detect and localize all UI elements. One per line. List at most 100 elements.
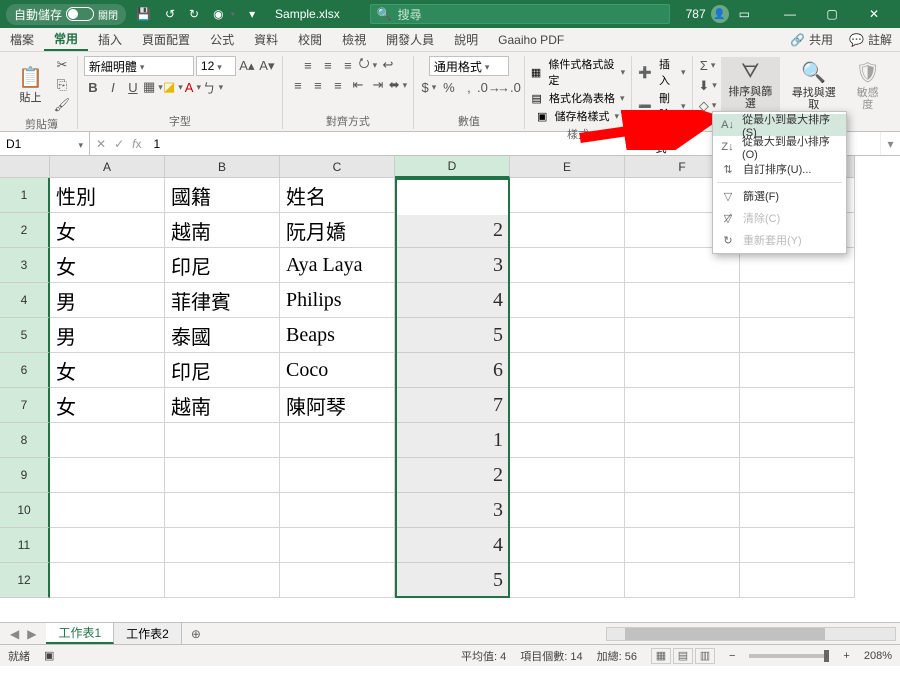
cell[interactable] <box>740 528 855 563</box>
tab-formulas[interactable]: 公式 <box>200 28 244 51</box>
italic-icon[interactable]: I <box>104 78 122 96</box>
cell[interactable] <box>50 528 165 563</box>
fx-enter-icon[interactable]: ✓ <box>114 137 124 151</box>
cell[interactable] <box>510 283 625 318</box>
sort-desc-item[interactable]: Z↓ 從最大到最小排序(O) <box>713 136 846 158</box>
cell[interactable] <box>510 458 625 493</box>
fx-cancel-icon[interactable]: ✕ <box>96 137 106 151</box>
cell[interactable]: 印尼 <box>165 353 280 388</box>
align-top-icon[interactable]: ≡ <box>299 56 317 74</box>
grow-font-icon[interactable]: A▴ <box>238 57 256 75</box>
tab-view[interactable]: 檢視 <box>332 28 376 51</box>
cell[interactable]: 菲律賓 <box>165 283 280 318</box>
row-head[interactable]: 3 <box>0 248 50 283</box>
merge-icon[interactable]: ⬌ <box>389 76 407 94</box>
cell[interactable] <box>165 528 280 563</box>
percent-icon[interactable]: % <box>440 78 458 96</box>
name-box-dropdown-icon[interactable] <box>75 137 83 151</box>
border-icon[interactable]: ▦ <box>144 78 162 96</box>
select-all-corner[interactable] <box>0 156 50 178</box>
cell-styles-button[interactable]: ▣ 儲存格樣式 <box>537 108 619 124</box>
cell[interactable]: 7 <box>395 388 510 423</box>
cell[interactable] <box>50 458 165 493</box>
cell[interactable]: 1 <box>395 178 510 213</box>
cell[interactable] <box>165 563 280 598</box>
view-pagebreak-icon[interactable]: ▥ <box>695 648 715 664</box>
row-head[interactable]: 7 <box>0 388 50 423</box>
custom-sort-item[interactable]: ⇅ 自訂排序(U)... <box>713 158 846 180</box>
row-head[interactable]: 11 <box>0 528 50 563</box>
col-head-c[interactable]: C <box>280 156 395 178</box>
cell[interactable] <box>625 423 740 458</box>
col-head-d[interactable]: D <box>395 156 510 178</box>
col-head-a[interactable]: A <box>50 156 165 178</box>
view-pagelayout-icon[interactable]: ▤ <box>673 648 693 664</box>
zoom-out-icon[interactable]: − <box>729 650 735 662</box>
cell[interactable] <box>625 493 740 528</box>
sort-filter-button[interactable]: ᗊ 排序與篩選 <box>721 57 780 114</box>
cell[interactable]: 3 <box>395 248 510 283</box>
find-select-button[interactable]: 🔍 尋找與選取 <box>784 56 843 115</box>
name-box[interactable]: D1 <box>0 132 90 155</box>
sensitivity-button[interactable]: 🛡 敏感度 <box>848 56 888 115</box>
tab-review[interactable]: 校閱 <box>288 28 332 51</box>
cell[interactable]: Beaps <box>280 318 395 353</box>
autosum-icon[interactable]: Σ <box>699 57 717 75</box>
font-color-icon[interactable]: A <box>184 78 202 96</box>
close-button[interactable]: ✕ <box>854 0 894 28</box>
cell[interactable] <box>510 178 625 213</box>
number-format-combo[interactable]: 通用格式 <box>429 56 509 76</box>
cut-icon[interactable]: ✂ <box>53 56 71 74</box>
undo-icon[interactable]: ↺ <box>161 5 179 23</box>
cell[interactable] <box>510 528 625 563</box>
tab-file[interactable]: 檔案 <box>0 28 44 51</box>
zoom-in-icon[interactable]: + <box>843 650 849 662</box>
cell[interactable] <box>280 458 395 493</box>
cell[interactable]: 女 <box>50 248 165 283</box>
cell[interactable]: 6 <box>395 353 510 388</box>
cell[interactable]: 4 <box>395 283 510 318</box>
cell[interactable]: 印尼 <box>165 248 280 283</box>
cell[interactable]: Aya Laya <box>280 248 395 283</box>
cell[interactable]: 姓名 <box>280 178 395 213</box>
align-right-icon[interactable]: ≡ <box>329 76 347 94</box>
cell[interactable]: 2 <box>395 213 510 248</box>
format-painter-icon[interactable]: 🖌 <box>53 96 71 114</box>
macro-record-icon[interactable]: ▣ <box>44 649 54 662</box>
row-head[interactable]: 8 <box>0 423 50 458</box>
cell[interactable] <box>625 388 740 423</box>
cell[interactable]: 越南 <box>165 213 280 248</box>
row-head[interactable]: 2 <box>0 213 50 248</box>
cell[interactable]: 國籍 <box>165 178 280 213</box>
share-button[interactable]: 🔗共用 <box>782 28 841 51</box>
zoom-value[interactable]: 208% <box>864 650 892 662</box>
ribbon-display-icon[interactable]: ▭ <box>735 5 754 23</box>
sheet-nav-prev-icon[interactable]: ◀ <box>10 627 19 641</box>
cell[interactable] <box>740 388 855 423</box>
tab-home[interactable]: 常用 <box>44 28 88 51</box>
row-head[interactable]: 6 <box>0 353 50 388</box>
indent-dec-icon[interactable]: ⇤ <box>349 76 367 94</box>
view-normal-icon[interactable]: ▦ <box>651 648 671 664</box>
cell[interactable] <box>50 493 165 528</box>
cell[interactable] <box>740 353 855 388</box>
row-head[interactable]: 5 <box>0 318 50 353</box>
cell[interactable]: 5 <box>395 563 510 598</box>
cell[interactable] <box>165 458 280 493</box>
cell[interactable]: 泰國 <box>165 318 280 353</box>
cell[interactable] <box>625 458 740 493</box>
cell[interactable]: 性別 <box>50 178 165 213</box>
wrap-text-icon[interactable]: ↩ <box>379 56 397 74</box>
dec-decimal-icon[interactable]: →.0 <box>500 78 518 96</box>
qat-more-icon[interactable]: ▾ <box>245 5 259 23</box>
align-center-icon[interactable]: ≡ <box>309 76 327 94</box>
cell[interactable]: 3 <box>395 493 510 528</box>
cell[interactable] <box>165 493 280 528</box>
row-head[interactable]: 12 <box>0 563 50 598</box>
row-head[interactable]: 9 <box>0 458 50 493</box>
underline-icon[interactable]: U <box>124 78 142 96</box>
cell[interactable] <box>625 283 740 318</box>
minimize-button[interactable]: — <box>770 0 810 28</box>
align-middle-icon[interactable]: ≡ <box>319 56 337 74</box>
cell[interactable] <box>165 423 280 458</box>
